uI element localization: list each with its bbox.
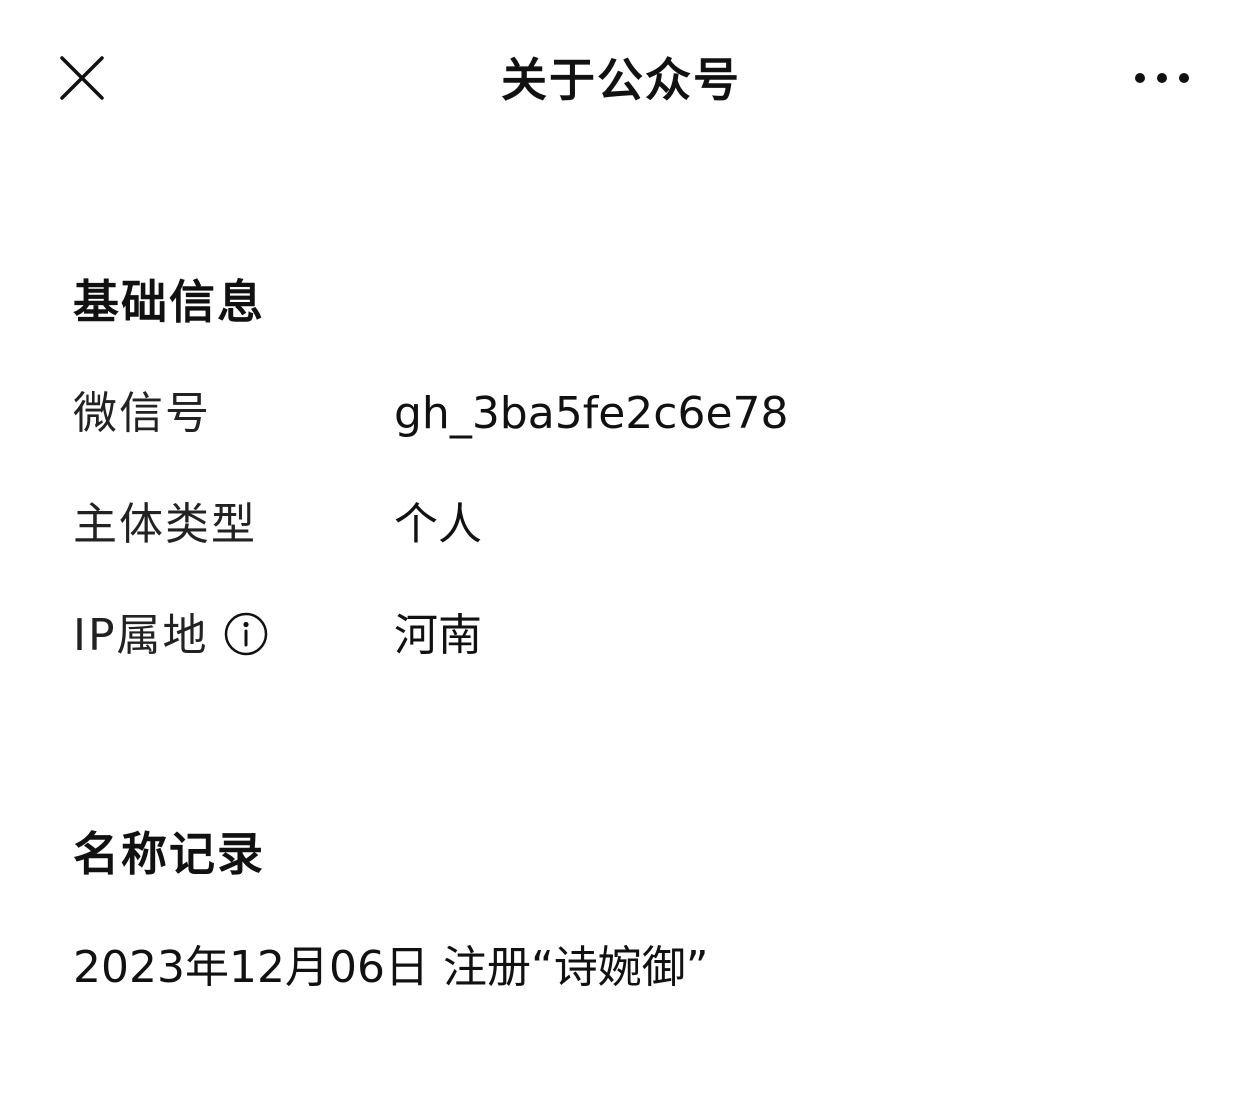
ip-location-row: IP属地 河南 xyxy=(73,604,1173,668)
entity-type-value: 个人 xyxy=(394,499,482,550)
close-icon xyxy=(60,56,104,100)
ip-location-label-wrap: IP属地 xyxy=(73,604,269,668)
more-button[interactable] xyxy=(1124,46,1200,110)
entity-type-row: 主体类型 个人 xyxy=(73,493,1173,557)
entity-type-label: 主体类型 xyxy=(73,499,257,550)
ip-location-label: IP属地 xyxy=(73,610,209,661)
wechat-id-label: 微信号 xyxy=(73,388,211,439)
top-bar: 关于公众号 xyxy=(0,0,1242,160)
wechat-id-row: 微信号 gh_3ba5fe2c6e78 xyxy=(73,382,1173,446)
name-history-item: 2023年12月06日 注册“诗婉御” xyxy=(73,942,709,993)
page-title: 关于公众号 xyxy=(501,53,741,107)
basic-info-title: 基础信息 xyxy=(73,275,265,329)
name-history-title: 名称记录 xyxy=(73,827,265,881)
more-horizontal-icon xyxy=(1135,73,1189,83)
info-icon[interactable] xyxy=(223,611,269,657)
close-button[interactable] xyxy=(50,46,114,110)
wechat-id-value[interactable]: gh_3ba5fe2c6e78 xyxy=(394,382,789,446)
ip-location-value: 河南 xyxy=(394,610,482,661)
